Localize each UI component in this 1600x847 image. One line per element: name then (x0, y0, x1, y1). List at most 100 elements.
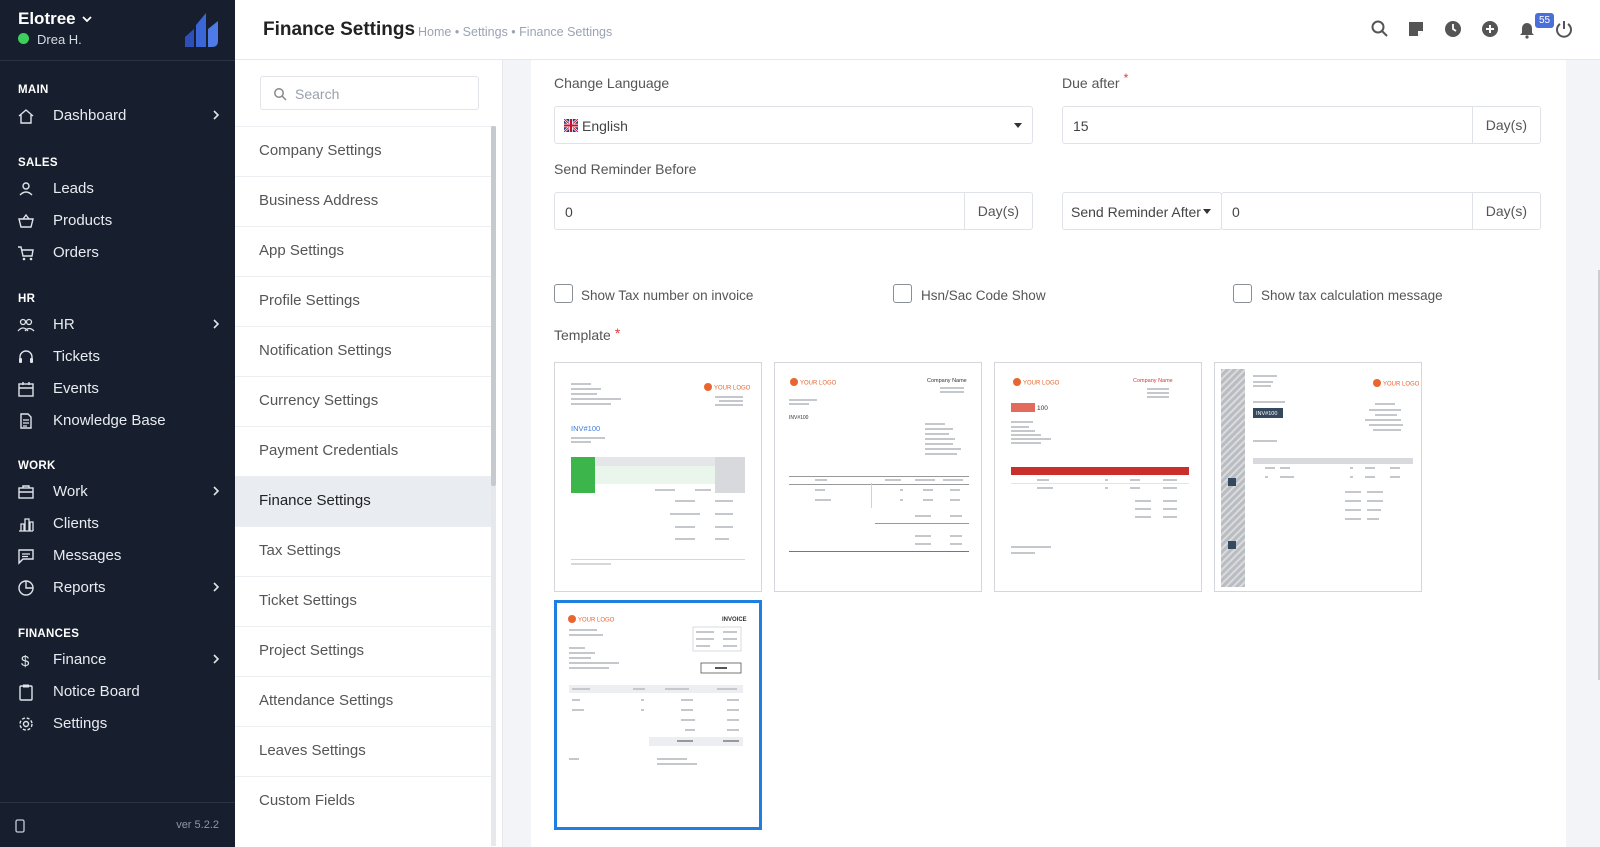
nav-leads[interactable]: Leads (0, 174, 235, 202)
send-reminder-after-value: 0 (1232, 204, 1240, 220)
settings-menu-scrollbar[interactable] (491, 126, 496, 846)
nav-knowledge-base[interactable]: Knowledge Base (0, 406, 235, 434)
company-name[interactable]: Elotree (18, 9, 76, 29)
nav-label: Clients (53, 515, 99, 532)
language-select[interactable]: English (554, 106, 1033, 144)
clock-icon[interactable] (1443, 19, 1463, 39)
nav-label: Events (53, 380, 99, 397)
nav-reports[interactable]: Reports (0, 573, 235, 601)
settings-item-project[interactable]: Project Settings (235, 626, 493, 676)
template-logo-text: YOUR LOGO (578, 618, 615, 624)
chevron-down-icon[interactable] (80, 12, 94, 26)
show-tax-calc-checkbox[interactable] (1233, 284, 1252, 303)
nav-finance[interactable]: $ Finance (0, 645, 235, 673)
sticky-note-icon[interactable] (1406, 19, 1426, 39)
send-reminder-before-value: 0 (565, 204, 573, 220)
chevron-right-icon (213, 319, 220, 329)
nav-settings[interactable]: Settings (0, 709, 235, 737)
scrollbar-thumb[interactable] (491, 126, 496, 486)
show-tax-number-checkbox[interactable] (554, 284, 573, 303)
template-logo-text: YOUR LOGO (1023, 381, 1060, 387)
label-text: Change Language (554, 75, 670, 91)
nav-products[interactable]: Products (0, 206, 235, 234)
caret-down-icon (1203, 209, 1211, 214)
settings-item-business-address[interactable]: Business Address (235, 176, 493, 226)
search-icon[interactable] (1370, 19, 1390, 39)
pie-chart-icon (18, 580, 34, 596)
send-reminder-after-select[interactable]: Send Reminder After (1062, 192, 1222, 230)
label-text: Due after (1062, 75, 1120, 91)
clipboard-icon (19, 684, 33, 701)
days-addon: Day(s) (1471, 193, 1540, 229)
template-2-preview: YOUR LOGO Company Name INV#100 (789, 378, 969, 552)
template-invoice-no: INV#100 (789, 415, 809, 421)
send-reminder-after-input[interactable]: 0 Day(s) (1221, 192, 1541, 230)
caret-down-icon (1014, 123, 1022, 128)
invoice-template-1[interactable]: YOUR LOGO INV#100 (554, 362, 762, 592)
invoice-template-3[interactable]: YOUR LOGO Company Name 100 (994, 362, 1202, 592)
send-reminder-before-label: Send Reminder Before (554, 161, 696, 177)
settings-item-custom-fields[interactable]: Custom Fields (235, 776, 493, 826)
nav-messages[interactable]: Messages (0, 541, 235, 569)
nav-dashboard[interactable]: Dashboard (0, 101, 235, 129)
building-icon (19, 518, 34, 532)
add-circle-icon[interactable] (1480, 19, 1500, 39)
required-asterisk: * (1123, 71, 1129, 85)
settings-item-ticket[interactable]: Ticket Settings (235, 576, 493, 626)
nav-clients[interactable]: Clients (0, 509, 235, 537)
template-invoice-no: INV#100 (571, 424, 600, 433)
hsn-sac-code-label[interactable]: Hsn/Sac Code Show (921, 288, 1046, 303)
template-logo-text: YOUR LOGO (714, 386, 751, 392)
settings-item-finance[interactable]: Finance Settings (235, 476, 493, 526)
settings-item-company[interactable]: Company Settings (235, 126, 493, 176)
nav-tickets[interactable]: Tickets (0, 342, 235, 370)
invoice-template-2[interactable]: YOUR LOGO Company Name INV#100 (774, 362, 982, 592)
nav-label: Tickets (53, 348, 100, 365)
settings-item-leaves[interactable]: Leaves Settings (235, 726, 493, 776)
days-addon: Day(s) (1471, 107, 1540, 143)
settings-item-profile[interactable]: Profile Settings (235, 276, 493, 326)
home-icon (18, 109, 34, 124)
search-icon (274, 88, 287, 101)
nav-label: Knowledge Base (53, 412, 166, 429)
bell-icon[interactable] (1517, 19, 1537, 39)
chevron-right-icon (213, 486, 220, 496)
hsn-sac-code-checkbox[interactable] (893, 284, 912, 303)
basket-icon (18, 213, 34, 228)
settings-search[interactable] (260, 76, 479, 110)
settings-item-notification[interactable]: Notification Settings (235, 326, 493, 376)
gear-icon (19, 717, 33, 731)
settings-item-currency[interactable]: Currency Settings (235, 376, 493, 426)
nav-label: Settings (53, 715, 108, 732)
briefcase-icon (18, 485, 34, 499)
nav-work[interactable]: Work (0, 477, 235, 505)
nav-hr[interactable]: HR (0, 310, 235, 338)
section-work: WORK (18, 460, 56, 472)
breadcrumb[interactable]: Home • Settings • Finance Settings (418, 25, 612, 39)
settings-item-payment-credentials[interactable]: Payment Credentials (235, 426, 493, 476)
mobile-icon[interactable] (15, 819, 25, 833)
show-tax-number-label[interactable]: Show Tax number on invoice (581, 288, 753, 303)
invoice-template-5-selected[interactable]: YOUR LOGO INVOICE (554, 600, 762, 830)
section-main: MAIN (18, 84, 49, 96)
calendar-icon (18, 382, 34, 397)
settings-item-attendance[interactable]: Attendance Settings (235, 676, 493, 726)
power-icon[interactable] (1554, 19, 1574, 39)
settings-item-app[interactable]: App Settings (235, 226, 493, 276)
brand-header[interactable]: Elotree Drea H. (0, 0, 235, 61)
send-reminder-before-input[interactable]: 0 Day(s) (554, 192, 1033, 230)
nav-notice-board[interactable]: Notice Board (0, 677, 235, 705)
settings-search-input[interactable] (295, 83, 470, 105)
due-after-input[interactable]: 15 Day(s) (1062, 106, 1541, 144)
due-after-label: Due after * (1062, 71, 1128, 91)
invoice-template-4[interactable]: YOUR LOGO INV#100 (1214, 362, 1422, 592)
template-invoice-no: 100 (1037, 405, 1048, 412)
nav-events[interactable]: Events (0, 374, 235, 402)
nav-orders[interactable]: Orders (0, 238, 235, 266)
show-tax-calc-label[interactable]: Show tax calculation message (1261, 288, 1443, 303)
settings-item-tax[interactable]: Tax Settings (235, 526, 493, 576)
finance-settings-form: Change Language English Due after * 15 Da… (531, 60, 1566, 847)
template-1-preview: YOUR LOGO INV#100 (571, 383, 751, 565)
template-company: Company Name (1133, 378, 1173, 384)
nav-label: Work (53, 483, 88, 500)
